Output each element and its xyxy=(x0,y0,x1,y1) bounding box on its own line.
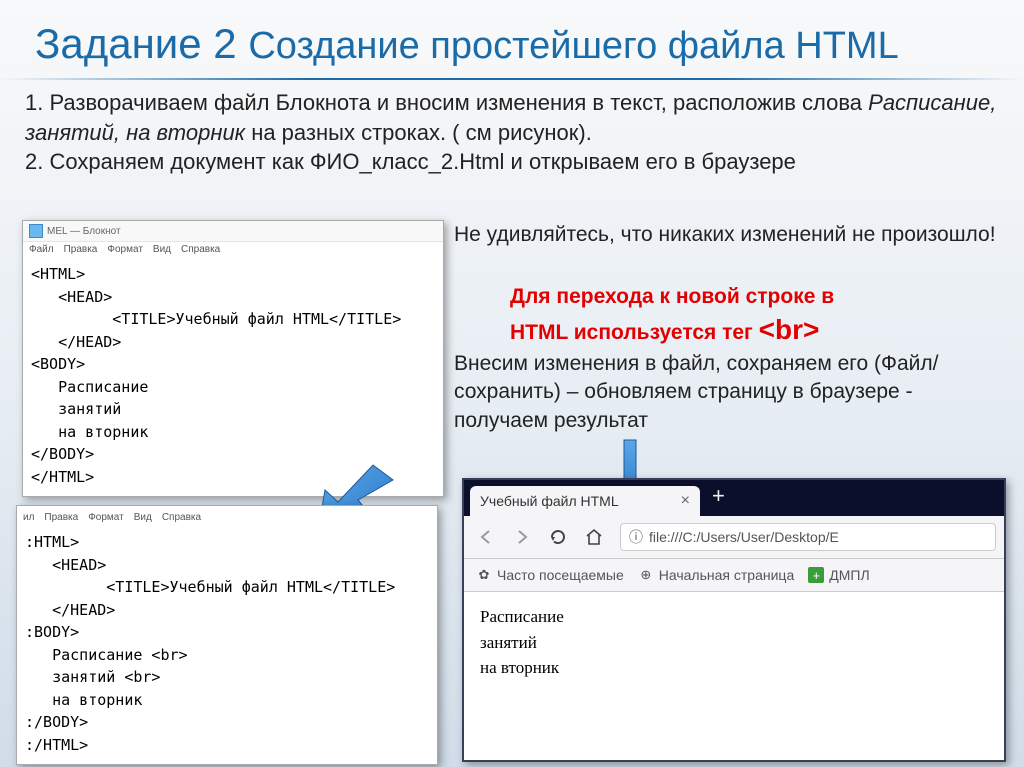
notepad-titlebar: MEL — Блокнот xyxy=(23,221,443,242)
notepad-panel-2: ил Правка Формат Вид Справка :HTML> <HEA… xyxy=(16,505,438,765)
notepad-panel-1: MEL — Блокнот Файл Правка Формат Вид Спр… xyxy=(22,220,444,497)
browser-window: Учебный файл HTML × + ⓘ file:///C:/Users… xyxy=(462,478,1006,762)
notepad-icon xyxy=(29,224,43,238)
instructions: 1. Разворачиваем файл Блокнота и вносим … xyxy=(0,88,1024,177)
notepad-menu: Файл Правка Формат Вид Справка xyxy=(23,242,443,259)
notepad-menu-2: ил Правка Формат Вид Справка xyxy=(17,506,437,527)
globe-icon: ⊕ xyxy=(638,567,654,583)
new-tab-button[interactable]: + xyxy=(700,483,737,513)
note-save: Внесим изменения в файл, сохраняем его (… xyxy=(454,350,1009,435)
bookmark-home[interactable]: ⊕ Начальная страница xyxy=(638,567,794,583)
back-icon[interactable] xyxy=(476,527,496,547)
bookmark-dmpl[interactable]: + ДМПЛ xyxy=(808,567,869,583)
title-divider xyxy=(0,78,1024,80)
browser-toolbar: ⓘ file:///C:/Users/User/Desktop/E xyxy=(464,516,1004,559)
url-bar[interactable]: ⓘ file:///C:/Users/User/Desktop/E xyxy=(620,523,996,551)
reload-icon[interactable] xyxy=(548,527,568,547)
bookmarks-bar: ✿ Часто посещаемые ⊕ Начальная страница … xyxy=(464,559,1004,592)
browser-tabstrip: Учебный файл HTML × + xyxy=(464,480,1004,516)
notepad-code-2: :HTML> <HEAD> <TITLE>Учебный файл HTML</… xyxy=(17,527,437,764)
home-icon[interactable] xyxy=(584,527,604,547)
browser-tab[interactable]: Учебный файл HTML × xyxy=(470,486,700,516)
forward-icon[interactable] xyxy=(512,527,532,547)
br-note: Для перехода к новой строке в HTML испол… xyxy=(510,283,1010,349)
browser-content: Расписание занятий на вторник xyxy=(464,592,1004,693)
gear-icon: ✿ xyxy=(476,567,492,583)
note-no-change: Не удивляйтесь, что никаких изменений не… xyxy=(454,221,1009,249)
close-icon[interactable]: × xyxy=(681,492,690,510)
info-icon: ⓘ xyxy=(629,527,643,547)
plus-icon: + xyxy=(808,567,824,583)
page-title: Задание 2 Создание простейшего файла HTM… xyxy=(0,0,1024,73)
bookmark-frequent[interactable]: ✿ Часто посещаемые xyxy=(476,567,624,583)
